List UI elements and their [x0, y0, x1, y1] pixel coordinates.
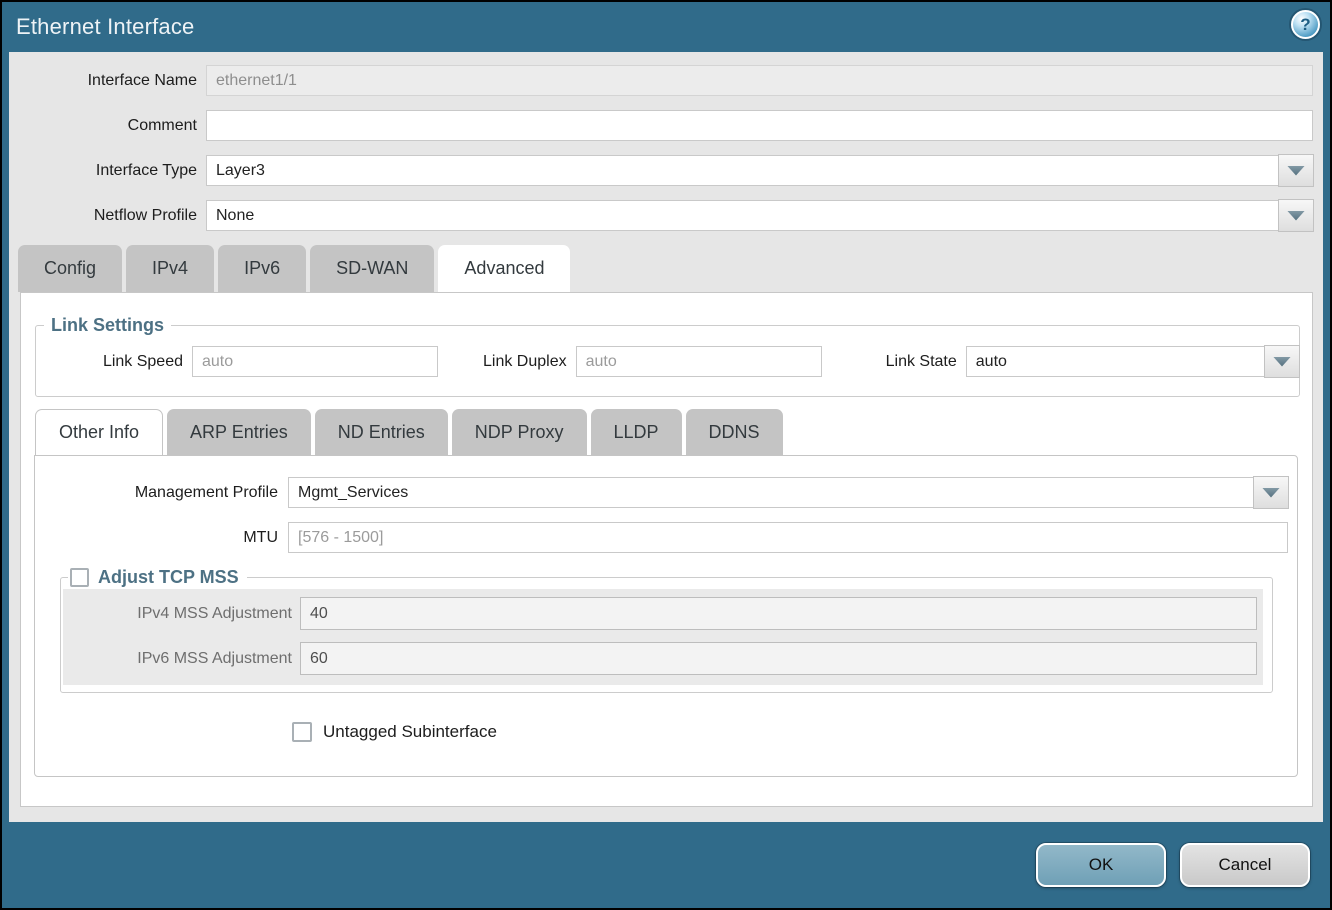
adjust-tcp-mss-legend: Adjust TCP MSS — [98, 567, 239, 588]
dialog-titlebar: Ethernet Interface ? — [2, 2, 1330, 52]
dialog-body: Interface Name Comment Interface Type — [9, 52, 1323, 822]
link-duplex-field[interactable] — [576, 346, 822, 377]
main-tabstrip: Config IPv4 IPv6 SD-WAN Advanced — [9, 245, 1323, 292]
ok-button[interactable]: OK — [1036, 843, 1166, 887]
interface-type-select[interactable] — [206, 155, 1313, 186]
link-state-dropdown-button[interactable] — [1264, 345, 1300, 378]
management-profile-select[interactable] — [288, 477, 1288, 508]
netflow-profile-dropdown-button[interactable] — [1278, 199, 1314, 232]
chevron-down-icon — [1287, 211, 1305, 221]
chevron-down-icon — [1262, 488, 1280, 498]
tab-lldp[interactable]: LLDP — [591, 409, 682, 455]
mtu-label: MTU — [35, 529, 288, 547]
tab-config[interactable]: Config — [18, 245, 122, 292]
link-duplex-label: Link Duplex — [483, 353, 576, 371]
untagged-subinterface-row: Untagged Subinterface — [292, 722, 1297, 742]
dialog-title: Ethernet Interface — [16, 14, 194, 40]
tab-ipv6[interactable]: IPv6 — [218, 245, 306, 292]
comment-field[interactable] — [206, 110, 1313, 141]
adjust-tcp-mss-fieldset: Adjust TCP MSS IPv4 MSS Adjustment IPv6 … — [60, 567, 1273, 693]
mtu-row: MTU — [35, 522, 1288, 553]
ipv4-mss-row: IPv4 MSS Adjustment — [63, 597, 1257, 630]
interface-name-row: Interface Name — [9, 65, 1313, 96]
link-state-label: Link State — [886, 353, 966, 371]
management-profile-label: Management Profile — [35, 484, 288, 502]
interface-type-label: Interface Type — [9, 162, 206, 180]
tab-advanced[interactable]: Advanced — [438, 245, 570, 292]
mss-disabled-region: IPv4 MSS Adjustment IPv6 MSS Adjustment — [63, 589, 1263, 685]
tab-sd-wan[interactable]: SD-WAN — [310, 245, 434, 292]
tab-nd-entries[interactable]: ND Entries — [315, 409, 448, 455]
cancel-button[interactable]: Cancel — [1180, 843, 1310, 887]
mtu-field[interactable] — [288, 522, 1288, 553]
help-icon[interactable]: ? — [1291, 10, 1320, 39]
untagged-subinterface-checkbox[interactable] — [292, 722, 312, 742]
link-settings-fieldset: Link Settings Link Speed Link Duplex Lin… — [35, 315, 1300, 397]
inner-tabstrip: Other Info ARP Entries ND Entries NDP Pr… — [21, 409, 1312, 455]
tab-ndp-proxy[interactable]: NDP Proxy — [452, 409, 587, 455]
link-settings-legend: Link Settings — [51, 315, 164, 335]
netflow-profile-row: Netflow Profile — [9, 200, 1313, 231]
ipv4-mss-label: IPv4 MSS Adjustment — [63, 605, 300, 623]
chevron-down-icon — [1273, 357, 1291, 367]
management-profile-row: Management Profile — [35, 477, 1288, 508]
untagged-subinterface-label: Untagged Subinterface — [323, 722, 497, 742]
ipv6-mss-label: IPv6 MSS Adjustment — [63, 650, 300, 668]
interface-name-label: Interface Name — [9, 72, 206, 90]
interface-type-row: Interface Type — [9, 155, 1313, 186]
dialog-footer: OK Cancel — [2, 822, 1330, 908]
interface-type-dropdown-button[interactable] — [1278, 154, 1314, 187]
tab-arp-entries[interactable]: ARP Entries — [167, 409, 311, 455]
management-profile-dropdown-button[interactable] — [1253, 476, 1289, 509]
chevron-down-icon — [1287, 166, 1305, 176]
comment-row: Comment — [9, 110, 1313, 141]
comment-label: Comment — [9, 117, 206, 135]
ipv6-mss-row: IPv6 MSS Adjustment — [63, 642, 1257, 675]
other-info-panel: Management Profile MTU — [34, 455, 1298, 777]
ethernet-interface-dialog: Ethernet Interface ? Interface Name Comm… — [2, 2, 1330, 908]
tab-ddns[interactable]: DDNS — [686, 409, 783, 455]
interface-name-field — [206, 65, 1313, 96]
ipv6-mss-field — [300, 642, 1257, 675]
netflow-profile-select[interactable] — [206, 200, 1313, 231]
link-speed-field[interactable] — [192, 346, 438, 377]
link-speed-label: Link Speed — [36, 353, 192, 371]
tab-ipv4[interactable]: IPv4 — [126, 245, 214, 292]
adjust-tcp-mss-checkbox[interactable] — [70, 568, 89, 587]
screen: Ethernet Interface ? Interface Name Comm… — [0, 0, 1332, 910]
netflow-profile-label: Netflow Profile — [9, 207, 206, 225]
ipv4-mss-field — [300, 597, 1257, 630]
advanced-tab-panel: Link Settings Link Speed Link Duplex Lin… — [20, 292, 1313, 807]
tab-other-info[interactable]: Other Info — [35, 409, 163, 455]
link-state-select[interactable] — [966, 346, 1299, 377]
